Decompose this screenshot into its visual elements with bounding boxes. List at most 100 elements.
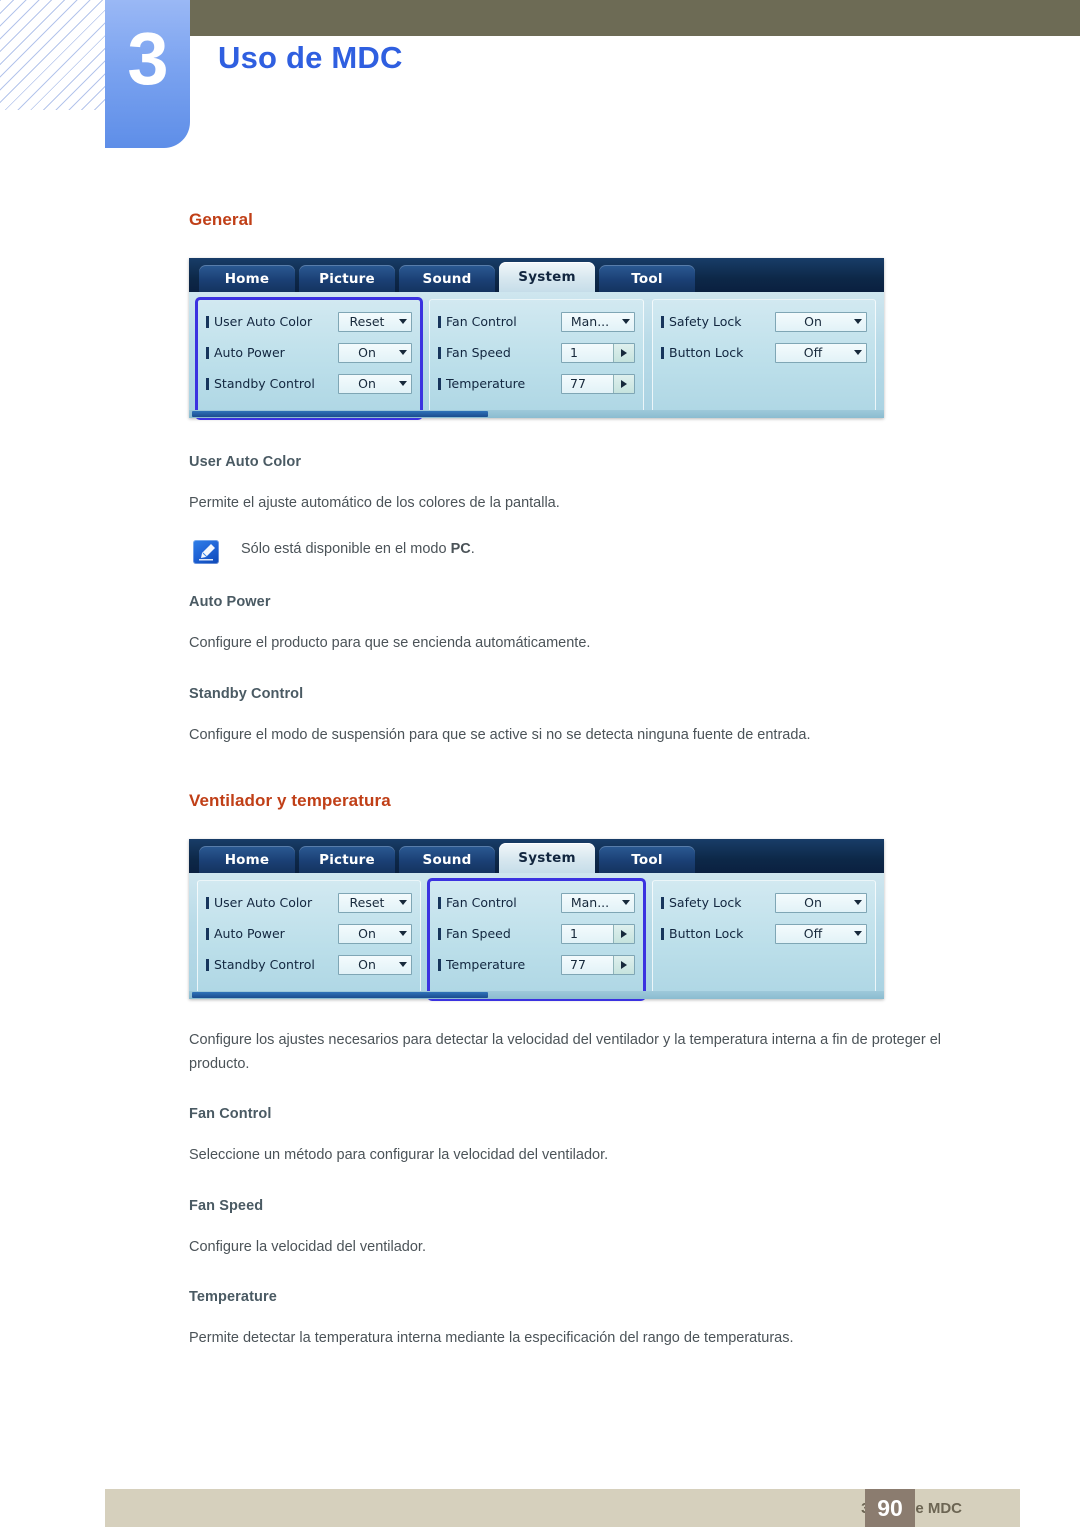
bullet-icon [206, 346, 209, 359]
mdc-label-fan-control: Fan Control [446, 314, 517, 329]
mdc-label-auto-power: Auto Power [214, 345, 285, 360]
body-auto-power: Configure el producto para que se encien… [189, 635, 591, 652]
subheading-temperature: Temperature [189, 1289, 277, 1306]
mdc-row-fan-speed: Fan Speed 1 [438, 337, 635, 368]
chevron-down-icon [618, 319, 634, 324]
mdc-tab-system[interactable]: System [499, 262, 595, 292]
mdc-label-standby-control: Standby Control [214, 957, 315, 973]
note-block: Sólo está disponible en el modo PC. [189, 539, 999, 565]
mdc-value-user-auto-color: Reset [349, 314, 385, 329]
chevron-down-icon [850, 900, 866, 906]
mdc-tab-tool[interactable]: Tool [599, 846, 695, 874]
mdc-value-fan-control: Man... [570, 895, 610, 911]
mdc-dropdown-standby-control[interactable]: On [338, 954, 412, 975]
bullet-icon [438, 315, 441, 328]
mdc-value-temperature: 77 [570, 376, 586, 391]
mdc-value-fan-control: Man... [570, 314, 610, 329]
stepper-right-arrow-icon[interactable] [613, 955, 634, 974]
mdc-spinner-temperature[interactable]: 77 [561, 954, 635, 975]
mdc-label-temperature: Temperature [446, 376, 526, 391]
chevron-down-icon [395, 381, 411, 386]
mdc-value-fan-speed: 1 [570, 345, 578, 360]
mdc-value-temperature: 77 [570, 957, 586, 973]
mdc-tab-picture[interactable]: Picture [299, 846, 395, 874]
body-fan-intro: Configure los ajustes necesarios para de… [189, 1032, 942, 1072]
mdc-progress-bar [192, 411, 488, 417]
bullet-icon [438, 927, 441, 940]
page-number-box: 90 [865, 1489, 915, 1527]
mdc-panel-body: User Auto Color Reset Auto Power On Stan… [189, 873, 884, 1002]
note-text-after: . [470, 541, 475, 558]
mdc-spinner-temperature[interactable]: 77 [561, 373, 635, 394]
mdc-progress-bar [192, 992, 488, 999]
mdc-value-standby-control: On [358, 376, 376, 391]
chevron-down-icon [395, 962, 411, 968]
bullet-icon [661, 315, 664, 328]
section-heading-fan: Ventilador y temperatura [189, 791, 391, 811]
chevron-down-icon [850, 931, 866, 937]
chevron-down-icon [395, 350, 411, 355]
mdc-group-lock: Safety Lock On Button Lock Off [652, 880, 876, 1000]
mdc-dropdown-safety-lock[interactable]: On [775, 311, 867, 332]
note-pen-icon [193, 540, 219, 565]
stepper-right-arrow-icon[interactable] [613, 924, 634, 943]
mdc-tab-tool[interactable]: Tool [599, 265, 695, 292]
mdc-row-safety-lock: Safety Lock On [661, 306, 867, 337]
mdc-system-panel-general: Home Picture Sound System Tool User Auto… [189, 258, 884, 420]
mdc-group-fan: Fan Control Man... Fan Speed 1 Temperatu… [429, 299, 644, 418]
section-heading-general: General [189, 210, 254, 229]
subheading-auto-power: Auto Power [189, 594, 271, 611]
mdc-dropdown-user-auto-color[interactable]: Reset [338, 311, 412, 332]
bullet-icon [206, 315, 209, 328]
stepper-right-arrow-icon[interactable] [613, 343, 634, 362]
bullet-icon [206, 896, 209, 909]
mdc-tab-sound[interactable]: Sound [399, 846, 495, 874]
mdc-status-strip [189, 410, 884, 418]
note-text: Sólo está disponible en el modo PC. [241, 539, 475, 561]
mdc-value-safety-lock: On [804, 314, 822, 329]
subheading-fan-speed: Fan Speed [189, 1197, 264, 1214]
mdc-value-user-auto-color: Reset [349, 895, 385, 911]
mdc-dropdown-safety-lock[interactable]: On [775, 892, 867, 913]
mdc-tab-bar: Home Picture Sound System Tool [189, 258, 884, 292]
chevron-down-icon [395, 900, 411, 906]
decorative-hatch-pattern [0, 0, 105, 110]
mdc-label-user-auto-color: User Auto Color [214, 895, 313, 911]
mdc-row-auto-power: Auto Power On [206, 337, 412, 368]
mdc-row-safety-lock: Safety Lock On [661, 887, 867, 918]
mdc-status-strip [189, 991, 884, 1000]
mdc-dropdown-button-lock[interactable]: Off [775, 342, 867, 363]
stepper-right-arrow-icon[interactable] [613, 374, 634, 393]
mdc-tab-home[interactable]: Home [199, 265, 295, 292]
mdc-spinner-fan-speed[interactable]: 1 [561, 342, 635, 363]
mdc-tab-system[interactable]: System [499, 843, 595, 874]
mdc-dropdown-auto-power[interactable]: On [338, 923, 412, 944]
mdc-group-general: User Auto Color Reset Auto Power On Stan… [195, 297, 423, 420]
mdc-dropdown-button-lock[interactable]: Off [775, 923, 867, 944]
chevron-down-icon [850, 350, 866, 355]
chevron-down-icon [850, 319, 866, 324]
mdc-spinner-fan-speed[interactable]: 1 [561, 923, 635, 944]
mdc-dropdown-user-auto-color[interactable]: Reset [338, 892, 412, 913]
subheading-fan-control: Fan Control [189, 1106, 272, 1123]
mdc-row-standby-control: Standby Control On [206, 368, 412, 399]
mdc-value-button-lock: Off [803, 926, 823, 942]
chevron-down-icon [395, 319, 411, 324]
mdc-tab-bar: Home Picture Sound System Tool [189, 839, 884, 874]
mdc-row-auto-power: Auto Power On [206, 918, 412, 949]
mdc-dropdown-auto-power[interactable]: On [338, 342, 412, 363]
chevron-down-icon [395, 931, 411, 937]
mdc-tab-sound[interactable]: Sound [399, 265, 495, 292]
mdc-tab-picture[interactable]: Picture [299, 265, 395, 292]
mdc-label-safety-lock: Safety Lock [669, 314, 742, 329]
mdc-row-standby-control: Standby Control On [206, 949, 412, 980]
mdc-dropdown-fan-control[interactable]: Man... [561, 311, 635, 332]
bullet-icon [661, 927, 664, 940]
mdc-row-fan-speed: Fan Speed 1 [438, 918, 635, 949]
mdc-value-safety-lock: On [804, 895, 822, 911]
subheading-user-auto-color: User Auto Color [189, 454, 302, 470]
mdc-tab-home[interactable]: Home [199, 846, 295, 874]
mdc-dropdown-fan-control[interactable]: Man... [561, 892, 635, 913]
mdc-label-fan-speed: Fan Speed [446, 926, 511, 942]
mdc-dropdown-standby-control[interactable]: On [338, 373, 412, 394]
